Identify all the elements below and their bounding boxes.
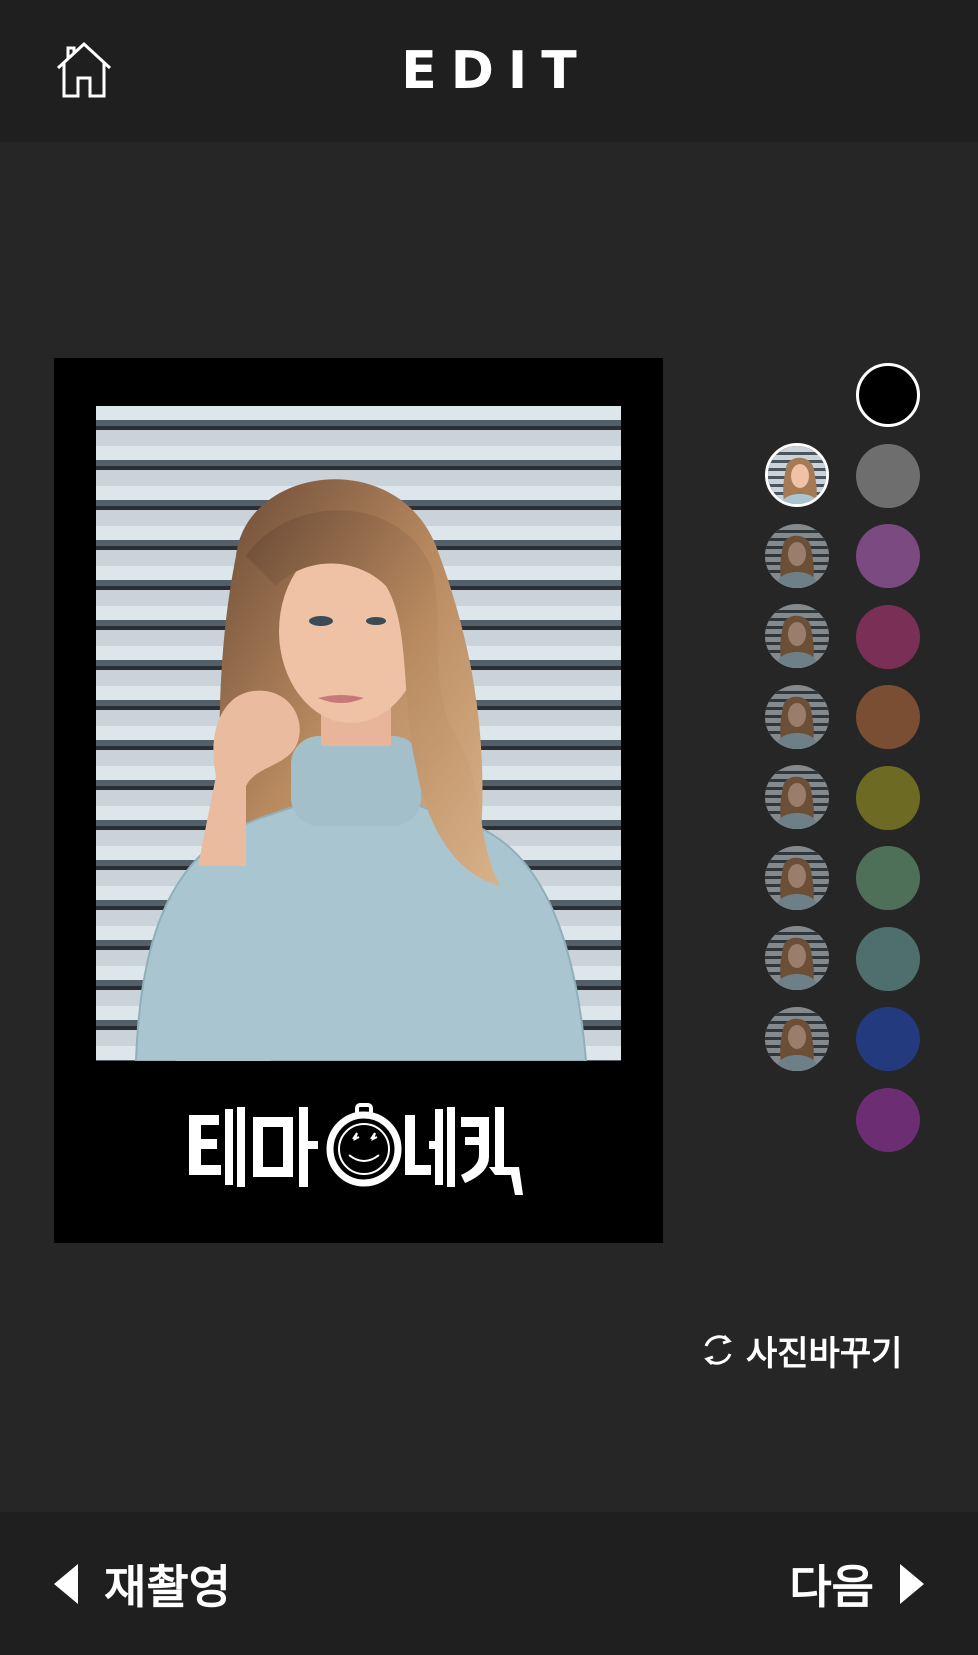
color-swatch[interactable] bbox=[856, 524, 920, 588]
color-swatch[interactable] bbox=[856, 1087, 920, 1152]
triangle-left-icon bbox=[54, 1563, 78, 1604]
retake-label: 재촬영 bbox=[104, 1559, 231, 1614]
color-swatch[interactable] bbox=[856, 443, 920, 508]
photo-thumbnail[interactable] bbox=[765, 845, 829, 910]
photo-thumbnail[interactable] bbox=[765, 684, 829, 749]
color-swatch[interactable] bbox=[856, 685, 920, 749]
theme-logo bbox=[189, 1103, 523, 1195]
top-bar: EDIT bbox=[0, 0, 978, 142]
refresh-icon bbox=[704, 1334, 732, 1366]
color-swatch[interactable] bbox=[856, 1007, 920, 1071]
color-swatch[interactable] bbox=[856, 846, 920, 910]
photo bbox=[96, 406, 621, 1061]
photo-thumbnail[interactable] bbox=[765, 604, 829, 668]
next-button[interactable]: 다음 bbox=[789, 1512, 926, 1655]
next-label: 다음 bbox=[789, 1559, 874, 1614]
color-swatch[interactable] bbox=[856, 926, 920, 991]
change-photo-button[interactable]: 사진바꾸기 bbox=[698, 1325, 928, 1375]
change-photo-label: 사진바꾸기 bbox=[746, 1333, 903, 1374]
photo-thumbnail[interactable] bbox=[765, 443, 829, 507]
photo-thumbnail[interactable] bbox=[765, 523, 829, 588]
retake-button[interactable]: 재촬영 bbox=[52, 1512, 231, 1655]
color-swatch[interactable] bbox=[856, 604, 920, 669]
photo-frame-preview bbox=[54, 358, 663, 1243]
triangle-right-icon bbox=[900, 1563, 924, 1604]
color-swatch[interactable] bbox=[856, 363, 920, 427]
photo-thumbnail[interactable] bbox=[765, 926, 829, 990]
photo-thumbnail[interactable] bbox=[765, 765, 829, 829]
bottom-bar: 재촬영 다음 bbox=[0, 1512, 978, 1655]
photo-thumbnail[interactable] bbox=[765, 1006, 829, 1071]
color-swatch[interactable] bbox=[856, 765, 920, 830]
portrait-image bbox=[134, 479, 588, 1061]
page-title: EDIT bbox=[401, 41, 591, 101]
